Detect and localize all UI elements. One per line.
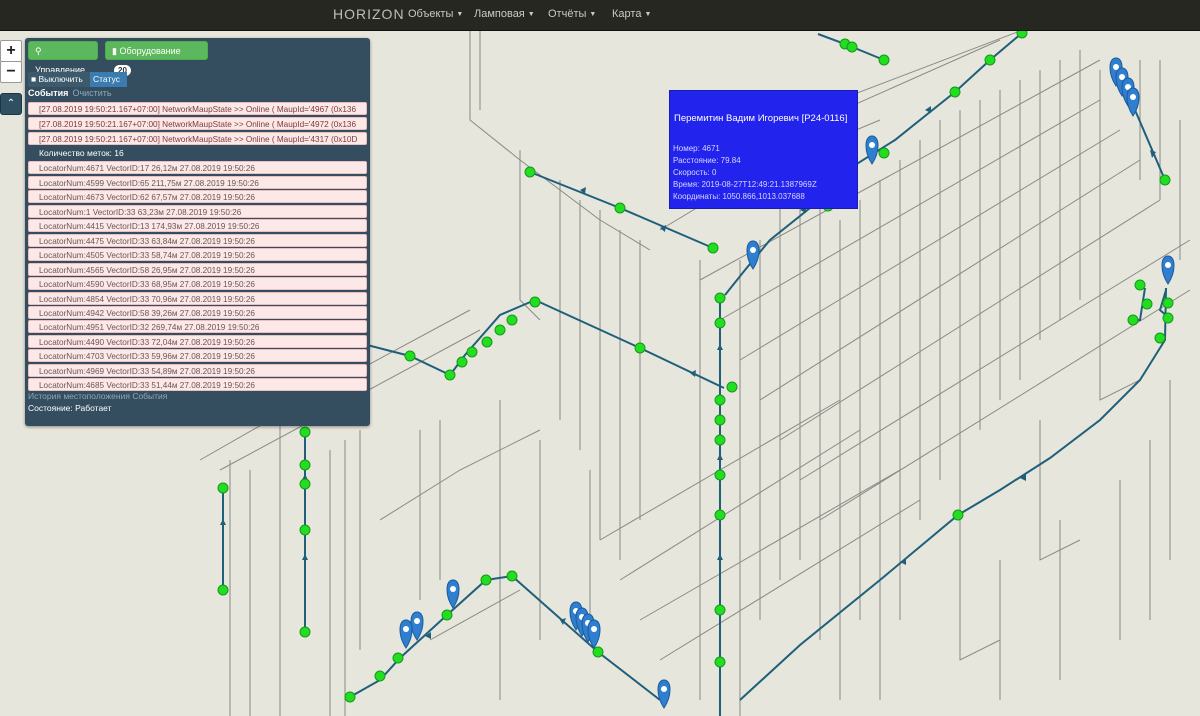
- disable-button[interactable]: ■ Выключить: [28, 72, 90, 87]
- locator-row[interactable]: LocatorNum:4415 VectorID:13 174,93м 27.0…: [28, 219, 367, 232]
- location-history-link[interactable]: История местоположения События: [28, 391, 167, 401]
- nav-menu-reports[interactable]: Отчёты ▼: [548, 8, 596, 20]
- bar-chart-icon: ▮: [112, 46, 117, 56]
- locator-row[interactable]: LocatorNum:4590 VectorID:33 68,95м 27.08…: [28, 277, 367, 290]
- locator-row[interactable]: LocatorNum:4673 VectorID:62 67,57м 27.08…: [28, 190, 367, 203]
- status-tab[interactable]: Статус: [90, 72, 127, 87]
- nav-menu-lamp-room[interactable]: Ламповая ▼: [474, 8, 535, 20]
- log-row[interactable]: [27.08.2019 19:50:21.167+07:00] NetworkM…: [28, 132, 367, 145]
- search-icon: ⚲: [35, 46, 42, 56]
- popup-coordinates: Координаты: 1050.866,1013.037688: [673, 192, 805, 201]
- top-navbar: HORIZON Объекты ▼ Ламповая ▼ Отчёты ▼ Карта…: [0, 0, 1200, 31]
- popup-time: Время: 2019-08-27T12:49:21.1387969Z: [673, 180, 817, 189]
- caret-down-icon: ▼: [589, 10, 597, 18]
- clear-events-link[interactable]: Очистить: [72, 88, 111, 98]
- caret-down-icon: ▼: [644, 10, 652, 18]
- nav-label: Отчёты: [548, 8, 587, 20]
- nav-label: Карта: [612, 8, 642, 20]
- popup-distance: Расстояние: 79.84: [673, 156, 741, 165]
- log-row[interactable]: [27.08.2019 19:50:21.167+07:00] NetworkM…: [28, 117, 367, 130]
- popup-speed: Скорость: 0: [673, 168, 717, 177]
- stop-icon: ■: [31, 74, 37, 84]
- locator-row[interactable]: LocatorNum:4505 VectorID:33 58,74м 27.08…: [28, 248, 367, 261]
- locator-row[interactable]: LocatorNum:4854 VectorID:33 70,96м 27.08…: [28, 292, 367, 305]
- zoom-in-icon: +: [6, 42, 16, 59]
- system-status: Состояние: Работает: [28, 403, 112, 413]
- popup-number: Номер: 4671: [673, 144, 720, 153]
- locator-row[interactable]: LocatorNum:4475 VectorID:33 63,84м 27.08…: [28, 234, 367, 247]
- locator-row[interactable]: LocatorNum:4490 VectorID:33 72,04м 27.08…: [28, 335, 367, 348]
- nav-menu-objects[interactable]: Объекты ▼: [408, 8, 463, 20]
- zoom-out-button[interactable]: −: [0, 61, 22, 83]
- locator-count-label: Количество меток: 16: [39, 148, 124, 158]
- locator-row[interactable]: LocatorNum:4599 VectorID:65 211,75м 27.0…: [28, 176, 367, 189]
- locator-row[interactable]: LocatorNum:1 VectorID:33 63,23м 27.08.20…: [28, 205, 367, 218]
- zoom-out-icon: −: [6, 63, 16, 80]
- events-panel: ⚲ Управление ▮ Оборудование 20 ■ Выключи…: [25, 38, 370, 426]
- employee-info-popup[interactable]: Перемитин Вадим Игоревич [Р24-0116] Номе…: [669, 90, 858, 209]
- locator-row[interactable]: LocatorNum:4685 VectorID:33 51,44м 27.08…: [28, 378, 367, 391]
- status-tab-label: Статус: [93, 74, 120, 84]
- nav-label: Объекты: [408, 8, 454, 20]
- popup-title: Перемитин Вадим Игоревич [Р24-0116]: [674, 113, 848, 124]
- locator-row[interactable]: LocatorNum:4671 VectorID:17 26,12м 27.08…: [28, 161, 367, 174]
- control-button[interactable]: ⚲ Управление: [28, 41, 98, 75]
- collapse-icon: ⌃: [6, 98, 16, 109]
- locator-row[interactable]: LocatorNum:4565 VectorID:58 26,95м 27.08…: [28, 263, 367, 276]
- brand-logo[interactable]: HORIZON: [333, 6, 405, 22]
- locator-row[interactable]: LocatorNum:4703 VectorID:33 59,96м 27.08…: [28, 349, 367, 362]
- locator-row[interactable]: LocatorNum:4942 VectorID:58 39,26м 27.08…: [28, 306, 367, 319]
- disable-button-label: Выключить: [38, 74, 83, 84]
- log-row[interactable]: [27.08.2019 19:50:21.167+07:00] NetworkM…: [28, 102, 367, 115]
- equipment-button[interactable]: ▮ Оборудование 20: [105, 41, 208, 76]
- nav-label: Ламповая: [474, 8, 525, 20]
- nav-menu-map[interactable]: Карта ▼: [612, 8, 651, 20]
- locator-row[interactable]: LocatorNum:4969 VectorID:33 54,89м 27.08…: [28, 364, 367, 377]
- events-title: События: [28, 88, 69, 98]
- zoom-in-button[interactable]: +: [0, 40, 22, 62]
- caret-down-icon: ▼: [456, 10, 464, 18]
- events-heading: События Очистить: [28, 88, 112, 98]
- locator-row[interactable]: LocatorNum:4951 VectorID:32 269,74м 27.0…: [28, 320, 367, 333]
- collapse-panel-button[interactable]: ⌃: [0, 93, 22, 115]
- equipment-button-label: Оборудование: [119, 46, 181, 56]
- caret-down-icon: ▼: [527, 10, 535, 18]
